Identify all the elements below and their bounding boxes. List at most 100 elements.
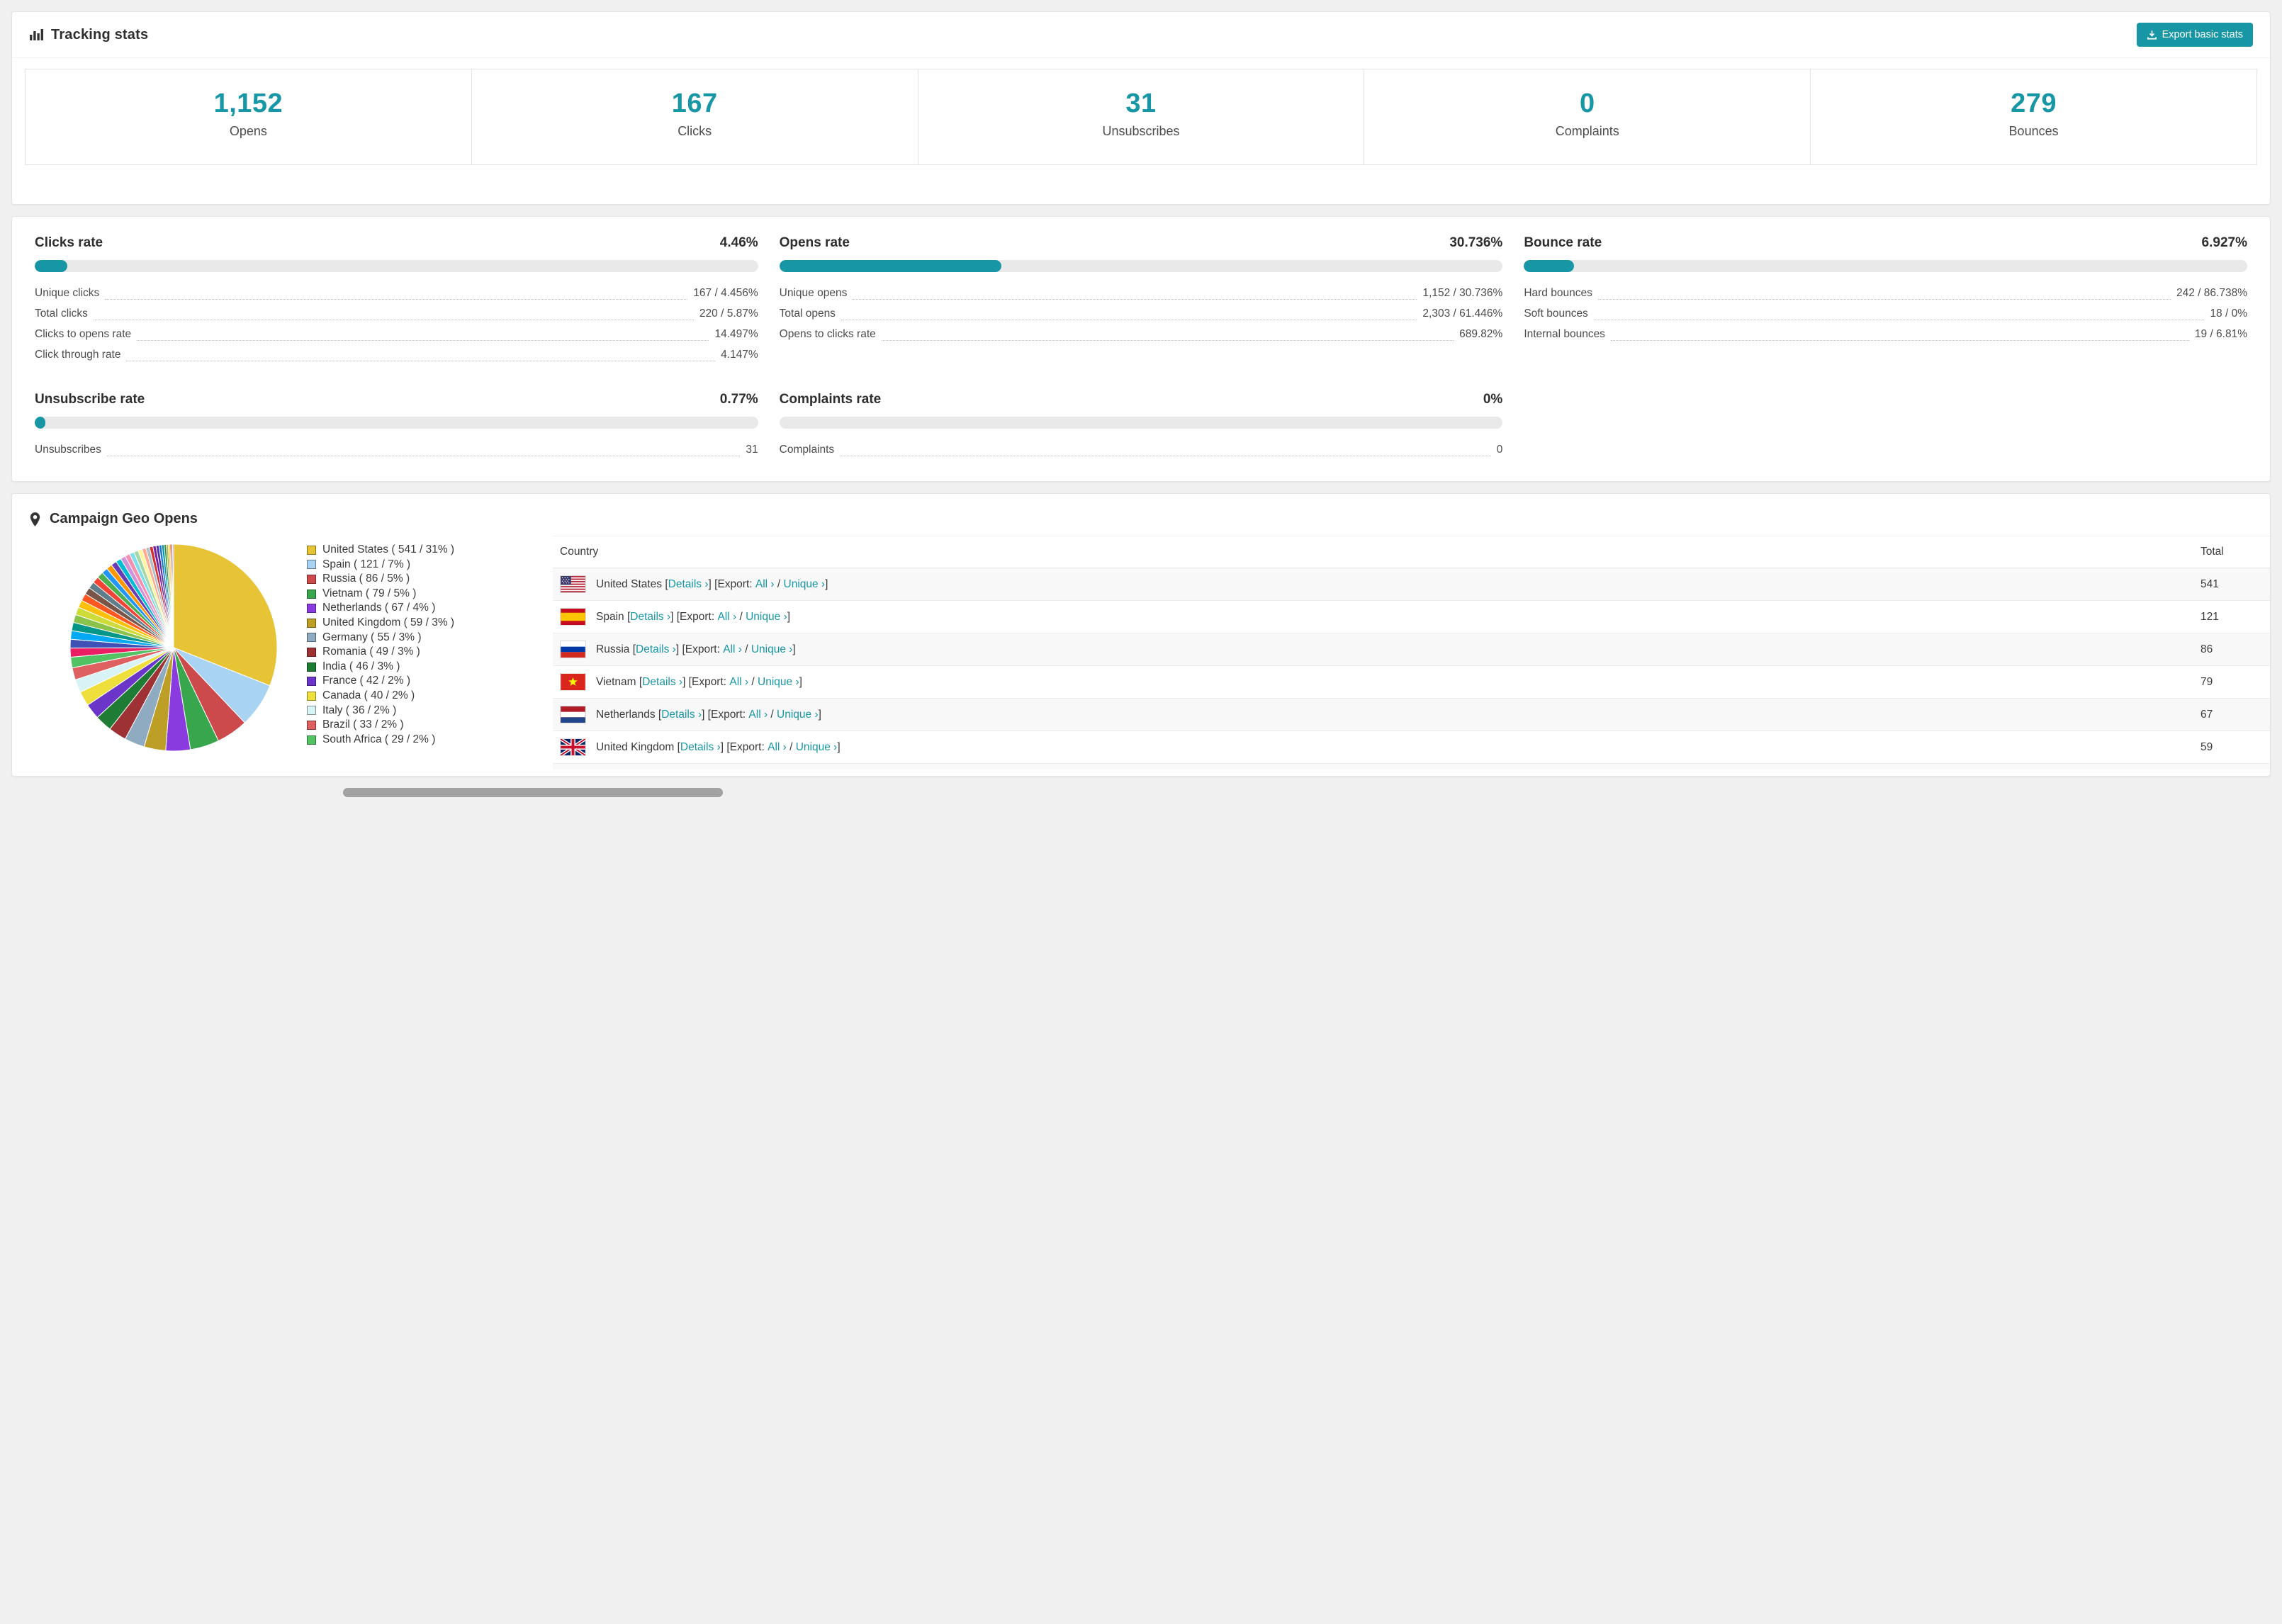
rate-detail-label: Unique opens — [779, 287, 848, 299]
details-link[interactable]: Details › — [630, 611, 670, 624]
rate-detail-label: Hard bounces — [1524, 287, 1592, 299]
rate-detail-value: 167 / 4.456% — [693, 287, 758, 299]
export-unique-link[interactable]: Unique › — [746, 611, 787, 624]
details-link[interactable]: Details › — [636, 643, 676, 656]
rate-detail-value: 4.147% — [721, 349, 758, 361]
separator: / — [786, 740, 796, 753]
export-all-link[interactable]: All › — [729, 676, 748, 689]
stat-value: 279 — [2011, 89, 2057, 118]
rate-progress-bar — [779, 260, 1503, 272]
separator: / — [774, 577, 784, 590]
rate-head: Opens rate 30.736% — [780, 235, 1503, 251]
legend-label: France ( 42 / 2% ) — [322, 675, 411, 687]
legend-swatch — [307, 633, 316, 643]
export-all-link[interactable]: All › — [768, 741, 787, 754]
geo-table-row-spain: Spain [Details ›] [Export: All › / Uniqu… — [553, 600, 2270, 633]
export-unique-link[interactable]: Unique › — [758, 676, 799, 689]
export-all-link[interactable]: All › — [755, 578, 775, 591]
rate-rows: Unsubscribes 31 — [35, 439, 758, 460]
stat-box-clicks: 167 Clicks — [471, 69, 918, 165]
bracket: ] — [792, 643, 796, 655]
details-link[interactable]: Details › — [642, 676, 682, 689]
legend-swatch — [307, 574, 316, 584]
geo-table-row-vietnam: Vietnam [Details ›] [Export: All › / Uni… — [553, 665, 2270, 699]
stat-box-complaints: 0 Complaints — [1364, 69, 1811, 165]
dotted-leader — [853, 299, 1417, 300]
stat-value: 1,152 — [213, 89, 283, 118]
rate-rows: Unique clicks 167 / 4.456% Total clicks 220… — [35, 283, 758, 365]
country-cell: Vietnam [Details ›] [Export: All › / Uni… — [560, 673, 2186, 691]
details-link[interactable]: Details › — [680, 741, 721, 754]
rates-grid: Clicks rate 4.46% Unique clicks 167 / 4.456… — [35, 235, 2247, 460]
rate-detail-value: 1,152 / 30.736% — [1422, 287, 1503, 299]
legend-swatch — [307, 677, 316, 687]
legend-label: Netherlands ( 67 / 4% ) — [322, 602, 436, 614]
rate-detail-label: Unique clicks — [35, 287, 100, 299]
stat-label: Complaints — [1555, 124, 1619, 138]
horizontal-scrollbar-thumb[interactable] — [343, 788, 723, 797]
legend-swatch — [307, 647, 316, 657]
export-unique-link[interactable]: Unique › — [796, 741, 838, 754]
country-name: United Kingdom — [596, 740, 678, 753]
details-link[interactable]: Details › — [661, 709, 702, 721]
stat-box-opens: 1,152 Opens — [25, 69, 472, 165]
rate-progress-bar — [779, 417, 1503, 429]
legend-swatch — [307, 604, 316, 614]
legend-label: United States ( 541 / 31% ) — [322, 543, 455, 556]
legend-item-russia: Russia ( 86 / 5% ) — [307, 572, 485, 587]
dotted-leader — [1597, 299, 2171, 300]
rate-detail-value: 31 — [746, 444, 758, 456]
export-unique-link[interactable]: Unique › — [784, 578, 826, 591]
legend-item-brazil: Brazil ( 33 / 2% ) — [307, 718, 485, 733]
flag-us-icon — [560, 575, 586, 593]
country-column-header: Country — [553, 536, 2193, 568]
rate-detail-row: Clicks to opens rate 14.497% — [35, 324, 758, 344]
legend-item-germany: Germany ( 55 / 3% ) — [307, 631, 485, 645]
legend-label: Canada ( 40 / 2% ) — [322, 689, 415, 701]
rates-card: Clicks rate 4.46% Unique clicks 167 / 4.456… — [11, 216, 2271, 482]
rate-detail-label: Click through rate — [35, 349, 121, 361]
rate-rows: Unique opens 1,152 / 30.736% Total opens 2,… — [779, 283, 1503, 344]
legend-label: India ( 46 / 3% ) — [322, 660, 400, 672]
export-basic-stats-button[interactable]: Export basic stats — [2136, 23, 2253, 47]
export-unique-link[interactable]: Unique › — [777, 709, 819, 721]
export-unique-link[interactable]: Unique › — [751, 643, 793, 656]
country-name: United States — [596, 577, 665, 590]
legend-label: United Kingdom ( 59 / 3% ) — [322, 616, 455, 628]
rate-progress-bar — [35, 417, 758, 429]
export-all-link[interactable]: All › — [717, 611, 736, 624]
flag-es-icon — [560, 608, 586, 626]
dotted-leader — [137, 340, 709, 341]
country-total: 79 — [2193, 665, 2270, 699]
legend-swatch — [307, 691, 316, 701]
separator: / — [748, 675, 758, 688]
rate-progress-fill — [779, 260, 1002, 272]
details-link[interactable]: Details › — [668, 578, 709, 591]
country-total: 55 — [2193, 763, 2270, 769]
export-all-link[interactable]: All › — [748, 709, 768, 721]
export-icon — [2147, 30, 2157, 40]
export-all-link[interactable]: All › — [723, 643, 742, 656]
geo-pie-chart — [67, 536, 280, 776]
rate-detail-value: 14.497% — [714, 328, 758, 340]
flag-gb-icon — [560, 738, 586, 756]
legend-item-india: India ( 46 / 3% ) — [307, 660, 485, 675]
geo-table-body: United States [Details ›] [Export: All ›… — [553, 568, 2270, 769]
tracking-stats-header: Tracking stats Export basic stats — [12, 12, 2270, 58]
geo-table-header-row: Country Total — [553, 536, 2270, 568]
rate-head: Unsubscribe rate 0.77% — [35, 392, 758, 407]
geo-opens-body: United States ( 541 / 31% ) Spain ( 121 /… — [12, 531, 2270, 776]
rate-value: 6.927% — [2201, 235, 2247, 250]
legend-item-netherlands: Netherlands ( 67 / 4% ) — [307, 601, 485, 616]
stat-label: Unsubscribes — [1102, 124, 1180, 138]
rate-block-clicks-rate: Clicks rate 4.46% Unique clicks 167 / 4.456… — [35, 235, 758, 365]
country-name: Spain — [596, 610, 627, 623]
country-total: 67 — [2193, 698, 2270, 731]
rate-detail-label: Total opens — [779, 308, 836, 320]
geo-opens-title: Campaign Geo Opens — [50, 511, 198, 526]
rate-head: Complaints rate 0% — [780, 392, 1503, 407]
dashboard-page: Tracking stats Export basic stats 1,152 O… — [0, 0, 2282, 797]
rate-detail-row: Total clicks 220 / 5.87% — [35, 303, 758, 324]
rate-detail-label: Internal bounces — [1524, 328, 1605, 340]
rate-detail-row: Complaints 0 — [780, 439, 1502, 460]
